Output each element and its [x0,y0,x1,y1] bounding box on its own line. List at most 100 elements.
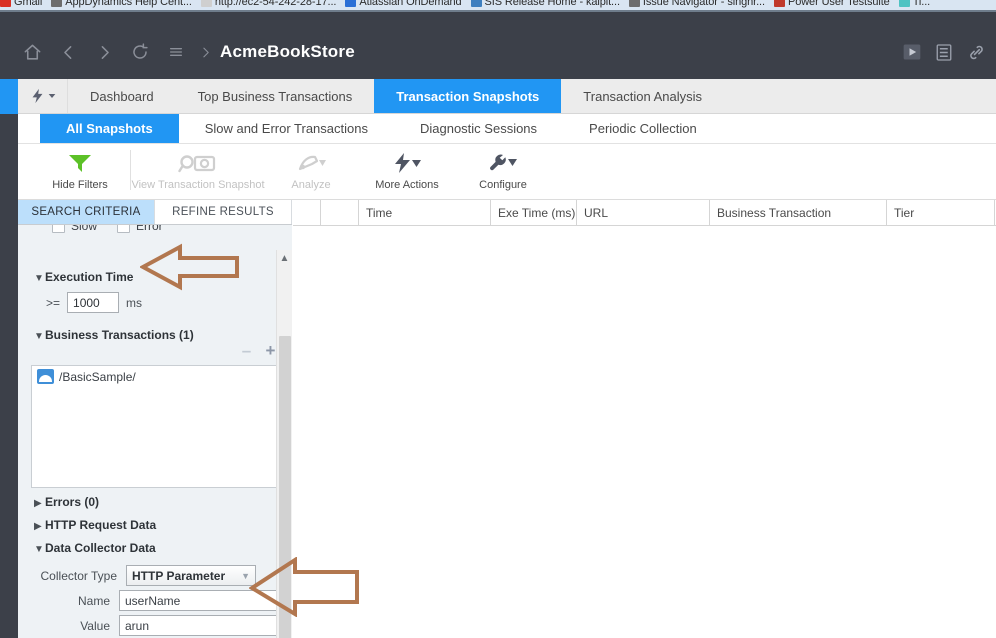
sidebar-tab-refine-results[interactable]: REFINE RESULTS [155,200,292,224]
execution-time-value[interactable] [67,292,120,313]
lightning-menu-button[interactable] [18,79,68,113]
execution-time-unit: ms [126,295,143,310]
chevron-down-icon [48,94,56,98]
hide-filters-label: Hide Filters [52,179,108,191]
analyze-label: Analyze [291,179,331,191]
bookmark-item[interactable]: Atlassian OnDemand [345,0,462,8]
subtab-all-snapshots[interactable]: All Snapshots [40,114,179,143]
tab-transaction-analysis[interactable]: Transaction Analysis [561,79,724,113]
bookmark-item[interactable]: Ti... [898,0,931,8]
chevron-right-icon [194,35,216,69]
view-transaction-snapshot-label: View Transaction Snapshot [131,179,265,191]
bookmark-favicon [898,0,910,7]
cloud-icon [37,369,54,384]
collector-value-input[interactable] [119,615,284,636]
caret-right-icon: ▶ [34,498,42,509]
subtab-diagnostic-sessions[interactable]: Diagnostic Sessions [394,114,563,143]
execution-time-operator: >= [46,295,61,310]
secondary-tab-strip: All Snapshots Slow and Error Transaction… [18,114,996,144]
collector-name-input[interactable] [119,590,284,611]
link-icon[interactable] [964,40,988,64]
list-icon[interactable] [932,40,956,64]
collector-name-label: Name [77,593,110,608]
left-rail [0,79,18,638]
sidebar-tab-strip: SEARCH CRITERIA REFINE RESULTS [18,200,292,225]
refresh-icon[interactable] [122,35,158,69]
tab-top-business-transactions[interactable]: Top Business Transactions [176,79,375,113]
configure-button[interactable]: Configure [455,144,551,198]
scrollbar-thumb[interactable] [279,336,291,638]
section-execution-time-label: Execution Time [45,270,134,284]
filter-sidebar: SEARCH CRITERIA REFINE RESULTS Slow Erro… [18,200,292,638]
subtab-slow-and-error-transactions[interactable]: Slow and Error Transactions [179,114,394,143]
analyze-button[interactable]: Analyze [263,144,359,198]
collector-value-label: Value [80,618,110,633]
column-header-icon[interactable] [321,200,359,225]
camera-icon [178,150,218,176]
more-actions-label: More Actions [375,179,439,191]
play-icon[interactable] [900,40,924,64]
section-business-transactions-label: Business Transactions (1) [45,328,194,342]
section-data-collector-data[interactable]: ▼Data Collector Data [34,541,156,555]
bookmark-item[interactable]: Gmail [0,0,42,8]
more-actions-button[interactable]: More Actions [359,144,455,198]
bookmark-item[interactable]: Power User Testsuite [773,0,890,8]
section-errors[interactable]: ▶ Errors (0) [34,495,99,509]
tab-dashboard[interactable]: Dashboard [68,79,176,113]
app-header: AcmeBookStore [0,12,996,79]
error-checkbox[interactable] [117,225,131,233]
section-business-transactions[interactable]: ▼Business Transactions (1) [34,328,194,342]
column-header-tier[interactable]: Tier [887,200,995,225]
bookmark-favicon [51,0,63,7]
business-transactions-list[interactable]: /BasicSample/ [31,365,288,488]
slow-checkbox[interactable] [52,225,65,233]
sidebar-scrollbar[interactable]: ▲ [276,250,292,638]
bookmark-item[interactable]: Issue Navigator - singhr... [628,0,765,8]
results-table-header: Time Exe Time (ms) URL Business Transact… [293,200,996,226]
view-transaction-snapshot-button[interactable]: View Transaction Snapshot [131,144,265,198]
sidebar-body: Slow Error ▼Execution Time >= ms ▼Busine… [18,225,292,638]
bookmark-label: Ti... [912,0,931,8]
tab-transaction-snapshots[interactable]: Transaction Snapshots [374,79,562,113]
back-icon[interactable] [50,35,86,69]
subtab-periodic-collection[interactable]: Periodic Collection [563,114,723,143]
configure-label: Configure [479,179,527,191]
section-http-request-data-label: HTTP Request Data [45,518,157,532]
collector-type-label: Collector Type [40,568,117,583]
remove-business-transaction-button[interactable]: – [239,342,254,359]
bookmark-item[interactable]: http://ec2-54-242-28-17... [200,0,337,8]
collector-type-select[interactable]: HTTP Parameter ▼ [126,565,256,586]
sidebar-tab-search-criteria[interactable]: SEARCH CRITERIA [18,200,155,224]
hide-filters-button[interactable]: Hide Filters [32,144,128,198]
list-item[interactable]: /BasicSample/ [32,366,287,387]
section-execution-time[interactable]: ▼Execution Time [34,270,133,284]
bookmark-label: http://ec2-54-242-28-17... [214,0,337,8]
column-header-time[interactable]: Time [359,200,491,225]
bookmark-favicon [470,0,482,7]
forward-icon[interactable] [86,35,122,69]
scroll-up-icon[interactable]: ▲ [277,250,292,267]
column-header-select[interactable] [293,200,321,225]
home-icon[interactable] [14,35,50,69]
wrench-icon [487,150,519,176]
bookmark-favicon [628,0,640,7]
browser-bookmark-bar: Gmail AppDynamics Help Cent... http://ec2-… [0,0,996,12]
bookmark-label: SIS Release Home - kalpit... [484,0,620,8]
bookmark-label: AppDynamics Help Cent... [65,0,192,8]
bookmark-label: Atlassian OnDemand [359,0,462,8]
snapshot-results-panel: Time Exe Time (ms) URL Business Transact… [293,200,996,638]
section-http-request-data[interactable]: ▶ HTTP Request Data [34,518,156,532]
menu-icon[interactable] [158,35,194,69]
caret-right-icon: ▶ [34,521,42,532]
bookmark-favicon [0,0,11,7]
header-right-actions [900,40,988,64]
bookmark-item[interactable]: SIS Release Home - kalpit... [470,0,620,8]
column-header-url[interactable]: URL [577,200,710,225]
column-header-exe-time[interactable]: Exe Time (ms) [491,200,577,225]
bookmark-item[interactable]: AppDynamics Help Cent... [51,0,192,8]
collector-type-row: Collector Type HTTP Parameter ▼ [34,565,284,586]
results-table-body [293,226,996,638]
caret-down-icon: ▼ [34,273,44,284]
column-header-business-transaction[interactable]: Business Transaction [710,200,887,225]
business-transaction-label: /BasicSample/ [59,369,136,384]
